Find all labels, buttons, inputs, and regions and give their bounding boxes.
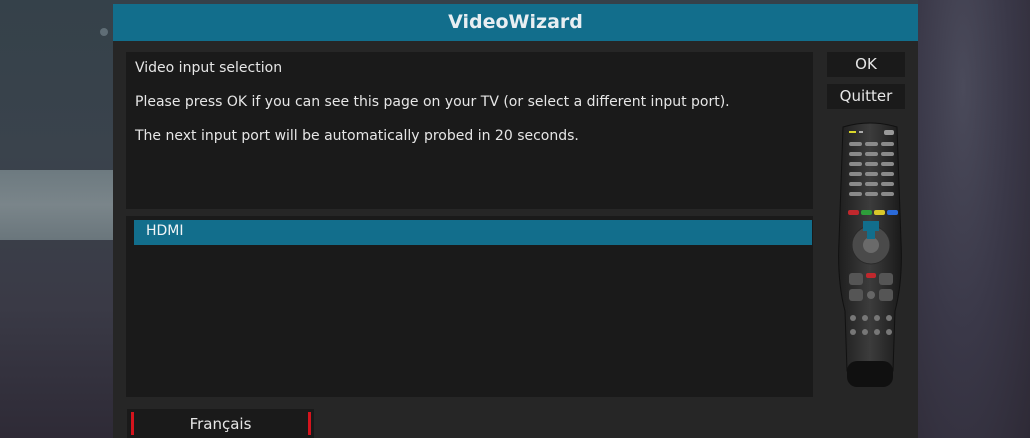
list-item-hdmi[interactable]: HDMI: [134, 220, 812, 245]
window-title: VideoWizard: [113, 4, 918, 41]
quit-button[interactable]: Quitter: [827, 84, 905, 109]
remote-control-icon: [835, 121, 905, 397]
language-right-marker: [308, 412, 311, 435]
ok-button[interactable]: OK: [827, 52, 905, 77]
language-button[interactable]: Français: [127, 409, 314, 438]
message-line-2: The next input port will be automaticall…: [135, 128, 579, 144]
video-wizard-window: VideoWizard Video input selection Please…: [113, 4, 918, 438]
background-light: [100, 28, 108, 36]
list-item-label: HDMI: [146, 223, 184, 239]
background-band: [0, 170, 113, 240]
message-panel: Video input selection Please press OK if…: [126, 52, 813, 209]
language-label: Français: [189, 415, 252, 433]
language-left-marker: [131, 412, 134, 435]
message-heading: Video input selection: [135, 60, 283, 76]
background-right: [918, 0, 1030, 438]
message-line-1: Please press OK if you can see this page…: [135, 94, 730, 110]
input-port-list[interactable]: HDMI: [126, 216, 813, 397]
